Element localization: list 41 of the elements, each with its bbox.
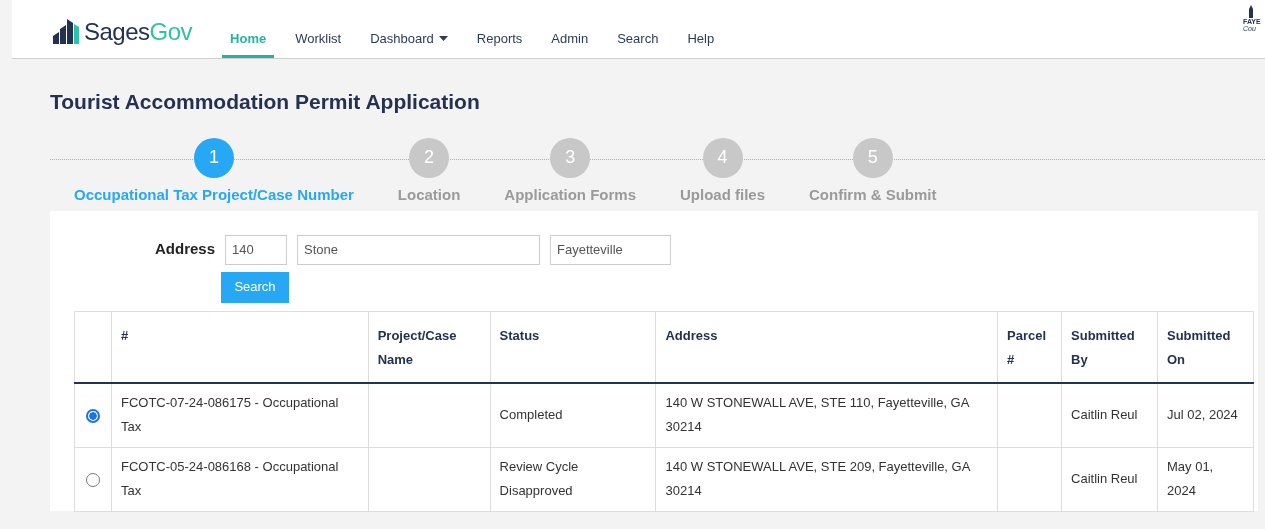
- column-header: Project/Case Name: [368, 311, 491, 383]
- nav-link[interactable]: Reports: [468, 24, 531, 58]
- column-header: Address: [655, 311, 998, 383]
- nav-link[interactable]: Admin: [543, 24, 597, 58]
- radio-button[interactable]: [85, 472, 100, 487]
- table-cell: FCOTC-05-24-086168 - Occupational Tax: [120, 459, 339, 498]
- column-header: Submitted By: [1061, 311, 1158, 383]
- nav-link[interactable]: Dashboard: [362, 24, 456, 58]
- step-label[interactable]: Upload files: [680, 183, 765, 206]
- step-label[interactable]: Confirm & Submit: [809, 183, 937, 206]
- table-cell: Review Cycle Disapproved: [499, 459, 579, 498]
- search-button[interactable]: Search: [221, 271, 289, 303]
- nav-link[interactable]: Worklist: [287, 24, 350, 58]
- input-field[interactable]: Stone: [297, 234, 540, 265]
- table-cell: 140 W STONEWALL AVE, STE 209, Fayetteville, GA 30214: [665, 459, 970, 498]
- table-cell: FCOTC-07-24-086175 - Occupational Tax: [120, 395, 339, 435]
- column-header: Submitted On: [1157, 311, 1254, 383]
- building-icon: [1247, 4, 1255, 18]
- nav-link[interactable]: Help: [679, 24, 723, 58]
- column-header: Parcel #: [997, 311, 1062, 383]
- table-cell: Completed: [499, 407, 563, 423]
- brand-name: SagesGov: [84, 19, 193, 44]
- page-title: Tourist Accommodation Permit Application: [50, 89, 481, 115]
- step-label[interactable]: Location: [397, 183, 461, 206]
- field-label: Address: [153, 239, 215, 260]
- input-field[interactable]: 140: [225, 234, 287, 265]
- column-header: #: [111, 311, 369, 383]
- step-label[interactable]: Occupational Tax Project/Case Number: [74, 183, 354, 206]
- nav-link[interactable]: Search: [609, 24, 667, 58]
- table-cell: Jul 02, 2024: [1167, 407, 1238, 423]
- nav-link[interactable]: Home: [222, 24, 275, 58]
- input-field[interactable]: Fayetteville: [550, 234, 671, 265]
- table-cell: May 01, 2024: [1167, 459, 1214, 498]
- table-cell: 140 W STONEWALL AVE, STE 110, Fayetteville, GA 30214: [665, 395, 969, 435]
- column-header: Status: [490, 311, 656, 383]
- table-cell: Caitlin Reul: [1071, 471, 1138, 486]
- table-cell: Caitlin Reul: [1071, 407, 1138, 423]
- radio-button[interactable]: [85, 408, 100, 423]
- step-number[interactable]: 1: [193, 137, 234, 178]
- logo-icon: [53, 19, 80, 44]
- step-label[interactable]: Application Forms: [504, 183, 636, 206]
